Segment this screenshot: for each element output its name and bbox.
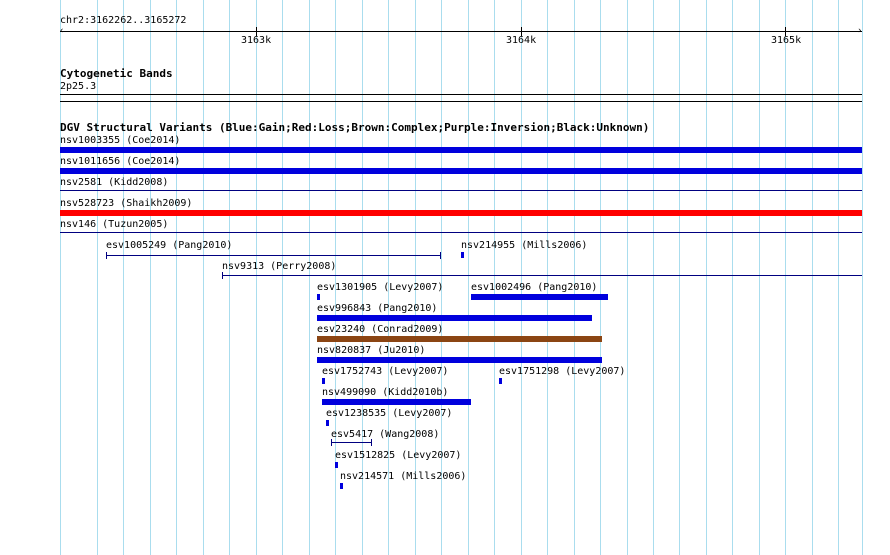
cytoband-line-lower (60, 101, 862, 102)
variant-bar[interactable] (326, 420, 329, 426)
dgv-track-title: DGV Structural Variants (Blue:Gain;Red:L… (60, 121, 650, 134)
variant-label[interactable]: nsv499090 (Kidd2010b) (322, 387, 448, 399)
grid-line (574, 0, 575, 555)
grid-line (785, 0, 786, 555)
variant-bar[interactable] (499, 378, 502, 384)
grid-line (123, 0, 124, 555)
variant-label[interactable]: esv1301905 (Levy2007) (317, 282, 443, 294)
grid-line (494, 0, 495, 555)
grid-line (838, 0, 839, 555)
variant-endcap (331, 439, 332, 446)
variant-label[interactable]: esv23240 (Conrad2009) (317, 324, 443, 336)
variant-label[interactable]: esv1751298 (Levy2007) (499, 366, 625, 378)
variant-bar[interactable] (222, 275, 862, 276)
grid-line (229, 0, 230, 555)
variant-endcap (106, 252, 107, 259)
variant-label[interactable]: esv1512825 (Levy2007) (335, 450, 461, 462)
location-label: chr2:3162262..3165272 (60, 15, 187, 26)
grid-line (759, 0, 760, 555)
grid-line (256, 0, 257, 555)
ruler-axis (60, 31, 862, 32)
variant-bar[interactable] (322, 399, 471, 405)
ruler-tick-label: 3165k (771, 35, 802, 46)
variant-bar[interactable] (340, 483, 343, 489)
grid-line (679, 0, 680, 555)
grid-line (812, 0, 813, 555)
grid-line (627, 0, 628, 555)
variant-bar[interactable] (317, 294, 320, 300)
variant-label[interactable]: nsv146 (Tuzun2005) (60, 219, 168, 231)
variant-endcap (440, 252, 441, 259)
grid-line (176, 0, 177, 555)
variant-label[interactable]: nsv528723 (Shaikh2009) (60, 198, 192, 210)
grid-line (862, 0, 863, 555)
variant-label[interactable]: esv996843 (Pang2010) (317, 303, 437, 315)
variant-label[interactable]: esv1002496 (Pang2010) (471, 282, 597, 294)
ruler-tick-label: 3163k (241, 35, 272, 46)
variant-bar[interactable] (471, 294, 608, 300)
grid-line (309, 0, 310, 555)
ruler-right-arrow: › (857, 26, 863, 36)
variant-label[interactable]: nsv820837 (Ju2010) (317, 345, 425, 357)
variant-label[interactable]: nsv1003355 (Coe2014) (60, 135, 180, 147)
variant-bar[interactable] (461, 252, 464, 258)
cytoband-track-title: Cytogenetic Bands (60, 67, 173, 80)
variant-label[interactable]: nsv9313 (Perry2008) (222, 261, 336, 273)
variant-label[interactable]: esv1752743 (Levy2007) (322, 366, 448, 378)
grid-line (150, 0, 151, 555)
variant-bar[interactable] (322, 378, 325, 384)
grid-line (521, 0, 522, 555)
variant-bar[interactable] (60, 210, 862, 216)
variant-bar[interactable] (317, 357, 602, 363)
variant-bar[interactable] (60, 147, 862, 153)
grid-line (600, 0, 601, 555)
grid-line (282, 0, 283, 555)
variant-label[interactable]: esv1238535 (Levy2007) (326, 408, 452, 420)
variant-bar[interactable] (60, 168, 862, 174)
variant-bar[interactable] (60, 232, 862, 233)
variant-bar[interactable] (331, 442, 372, 443)
grid-line (706, 0, 707, 555)
variant-bar[interactable] (60, 190, 862, 191)
variant-label[interactable]: esv1005249 (Pang2010) (106, 240, 232, 252)
grid-line (97, 0, 98, 555)
variant-bar[interactable] (106, 255, 441, 256)
grid-line (732, 0, 733, 555)
variant-label[interactable]: nsv214571 (Mills2006) (340, 471, 466, 483)
grid-line (468, 0, 469, 555)
variant-bar[interactable] (317, 336, 602, 342)
variant-endcap (222, 272, 223, 279)
variant-bar[interactable] (335, 462, 338, 468)
grid-line (547, 0, 548, 555)
variant-bar[interactable] (317, 315, 592, 321)
cytoband-line-upper (60, 94, 862, 95)
ruler-tick-label: 3164k (506, 35, 537, 46)
variant-label[interactable]: nsv1011656 (Coe2014) (60, 156, 180, 168)
variant-endcap (371, 439, 372, 446)
variant-label[interactable]: nsv214955 (Mills2006) (461, 240, 587, 252)
cytoband-label[interactable]: 2p25.3 (60, 81, 96, 93)
variant-label[interactable]: nsv2581 (Kidd2008) (60, 177, 168, 189)
grid-line (335, 0, 336, 555)
variant-label[interactable]: esv5417 (Wang2008) (331, 429, 439, 441)
ruler-left-arrow: ‹ (59, 26, 65, 36)
grid-line (653, 0, 654, 555)
grid-line (203, 0, 204, 555)
